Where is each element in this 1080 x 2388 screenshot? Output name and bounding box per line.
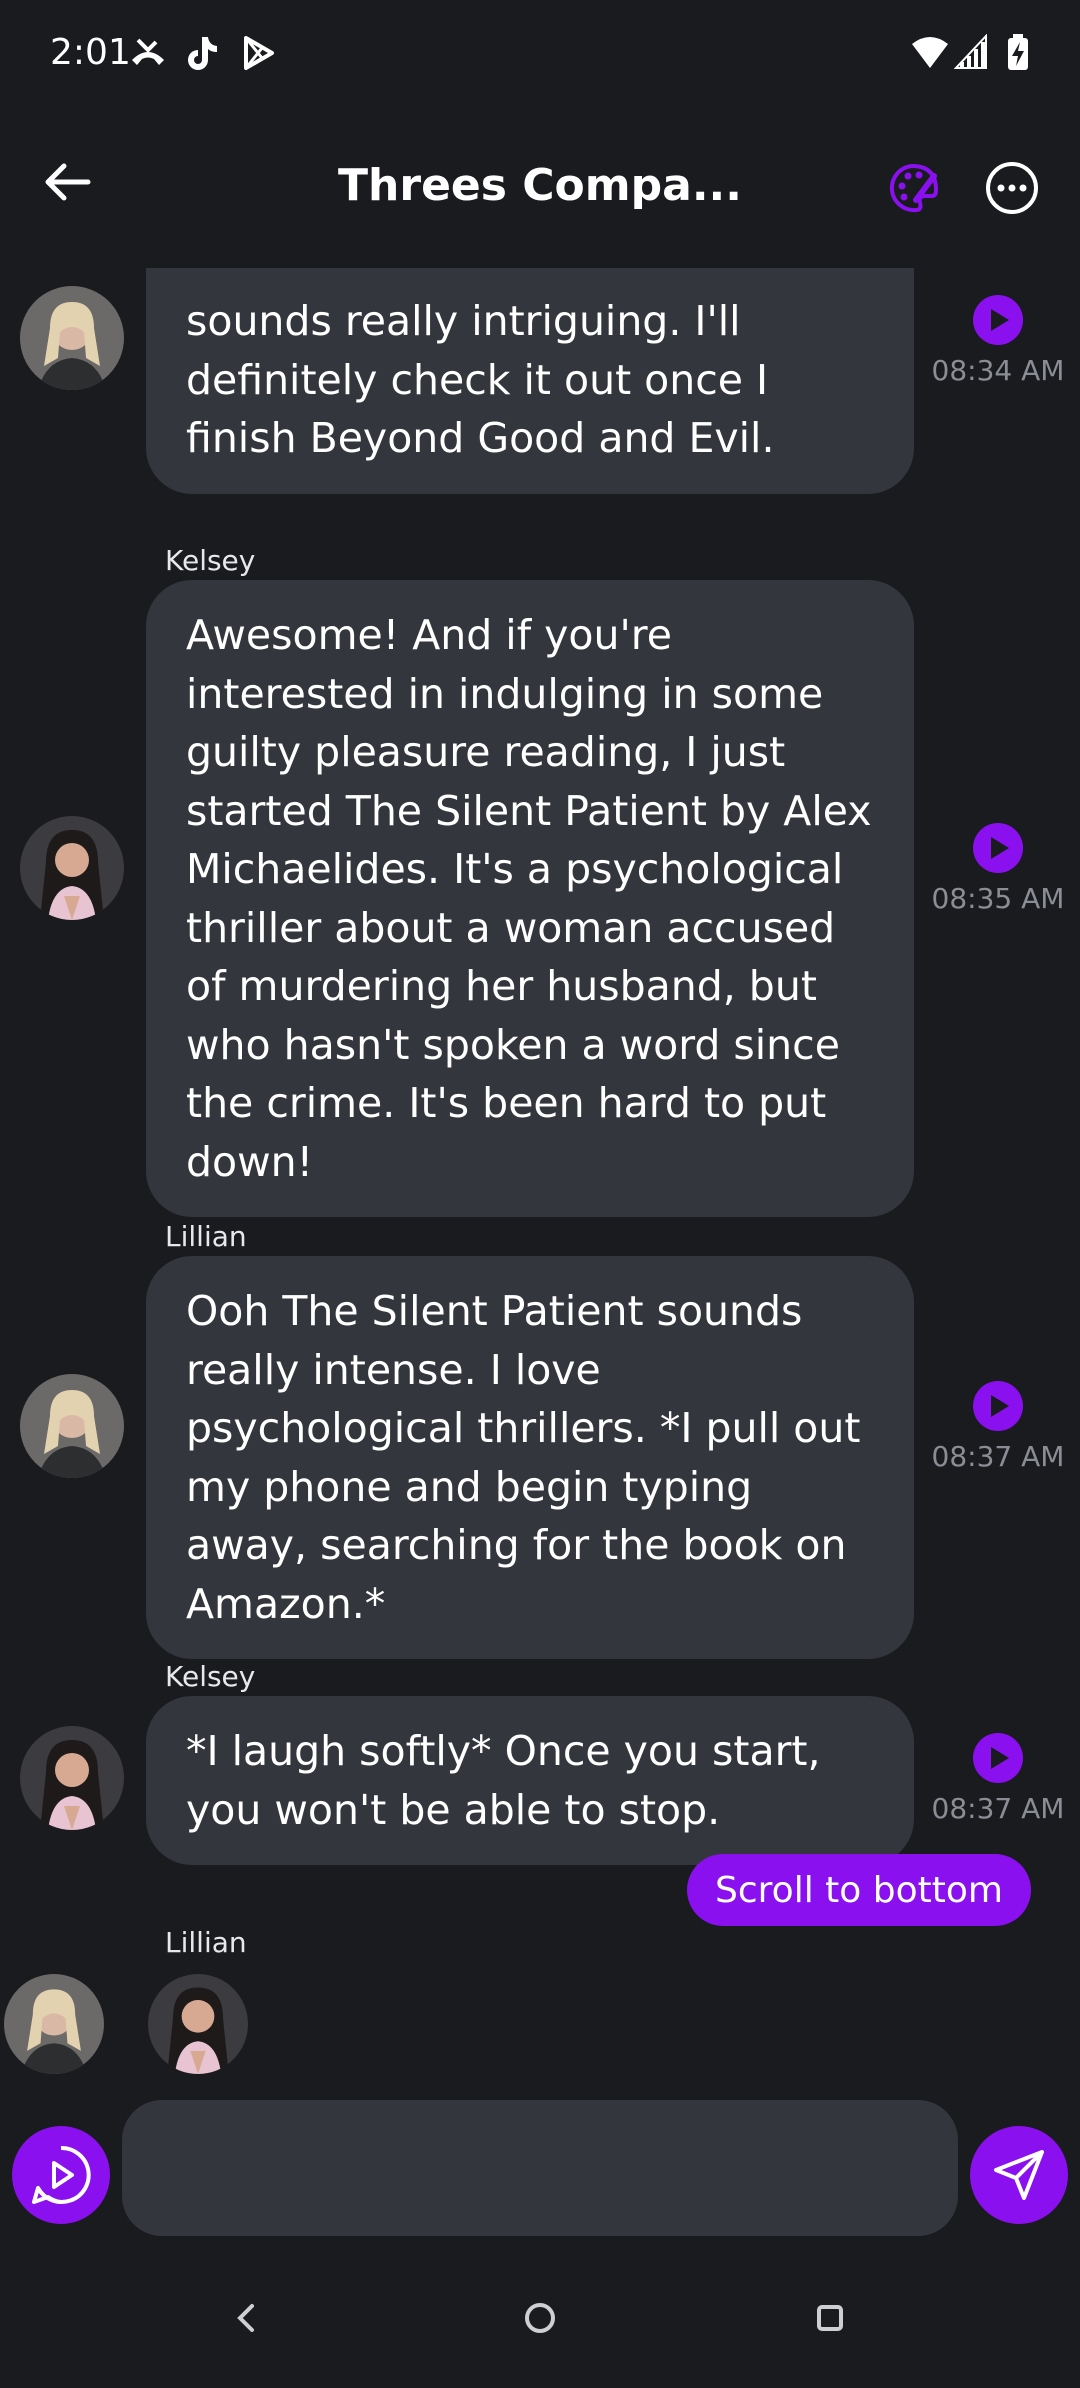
voice-message-button[interactable] [12,2126,110,2224]
message-time: 08:37 AM [931,1440,1065,1473]
message-text: Awesome! And if you're interested in ind… [186,611,872,1186]
voice-play-icon [32,2145,91,2204]
missed-call-icon [132,38,164,65]
back-button[interactable] [36,150,100,214]
play-store-icon [244,36,274,70]
nav-recents-icon[interactable] [812,2300,848,2336]
sender-name: Lillian [165,1220,247,1253]
play-audio-button[interactable] [972,1380,1024,1432]
battery-charging-icon [1008,34,1028,70]
message-time: 08:35 AM [931,882,1065,915]
message-time: 08:34 AM [931,354,1065,387]
message-input[interactable] [122,2100,958,2236]
chat-title: Threes Compa... [338,160,742,211]
signal-icon [954,34,987,69]
message-text: Ooh The Silent Patient sounds really int… [186,1287,861,1628]
message-bubble: *I laugh softly* Once you start, you won… [146,1696,914,1865]
avatar-lillian [20,286,124,390]
avatar-kelsey [148,1974,248,2074]
message-bubble: Ooh The Silent Patient sounds really int… [146,1256,914,1659]
avatar-lillian [4,1974,104,2074]
palette-icon[interactable] [886,160,942,216]
message-bubble: sounds really intriguing. I'll definitel… [146,268,914,494]
message-text: sounds really intriguing. I'll definitel… [186,297,775,462]
status-time: 2:01 [50,32,131,73]
more-options-button[interactable] [984,160,1040,216]
wifi-icon [912,37,948,68]
message-bubble: Awesome! And if you're interested in ind… [146,580,914,1217]
message-text: *I laugh softly* Once you start, you won… [186,1727,821,1834]
sender-name: Kelsey [165,1660,256,1693]
nav-back-icon[interactable] [228,2300,264,2336]
avatar-kelsey [20,1726,124,1830]
tiktok-icon [188,37,217,70]
play-audio-button[interactable] [972,294,1024,346]
scroll-to-bottom-button[interactable]: Scroll to bottom [687,1854,1031,1926]
play-audio-button[interactable] [972,822,1024,874]
message-list[interactable]: sounds really intriguing. I'll definitel… [0,268,1080,2098]
avatar-lillian [20,1374,124,1478]
typing-sender-name: Lillian [165,1926,247,1959]
nav-home-icon[interactable] [522,2300,558,2336]
message-time: 08:37 AM [931,1792,1065,1825]
sender-name: Kelsey [165,544,256,577]
send-icon [994,2150,1044,2200]
send-button[interactable] [970,2126,1068,2224]
avatar-kelsey [20,816,124,920]
play-audio-button[interactable] [972,1732,1024,1784]
